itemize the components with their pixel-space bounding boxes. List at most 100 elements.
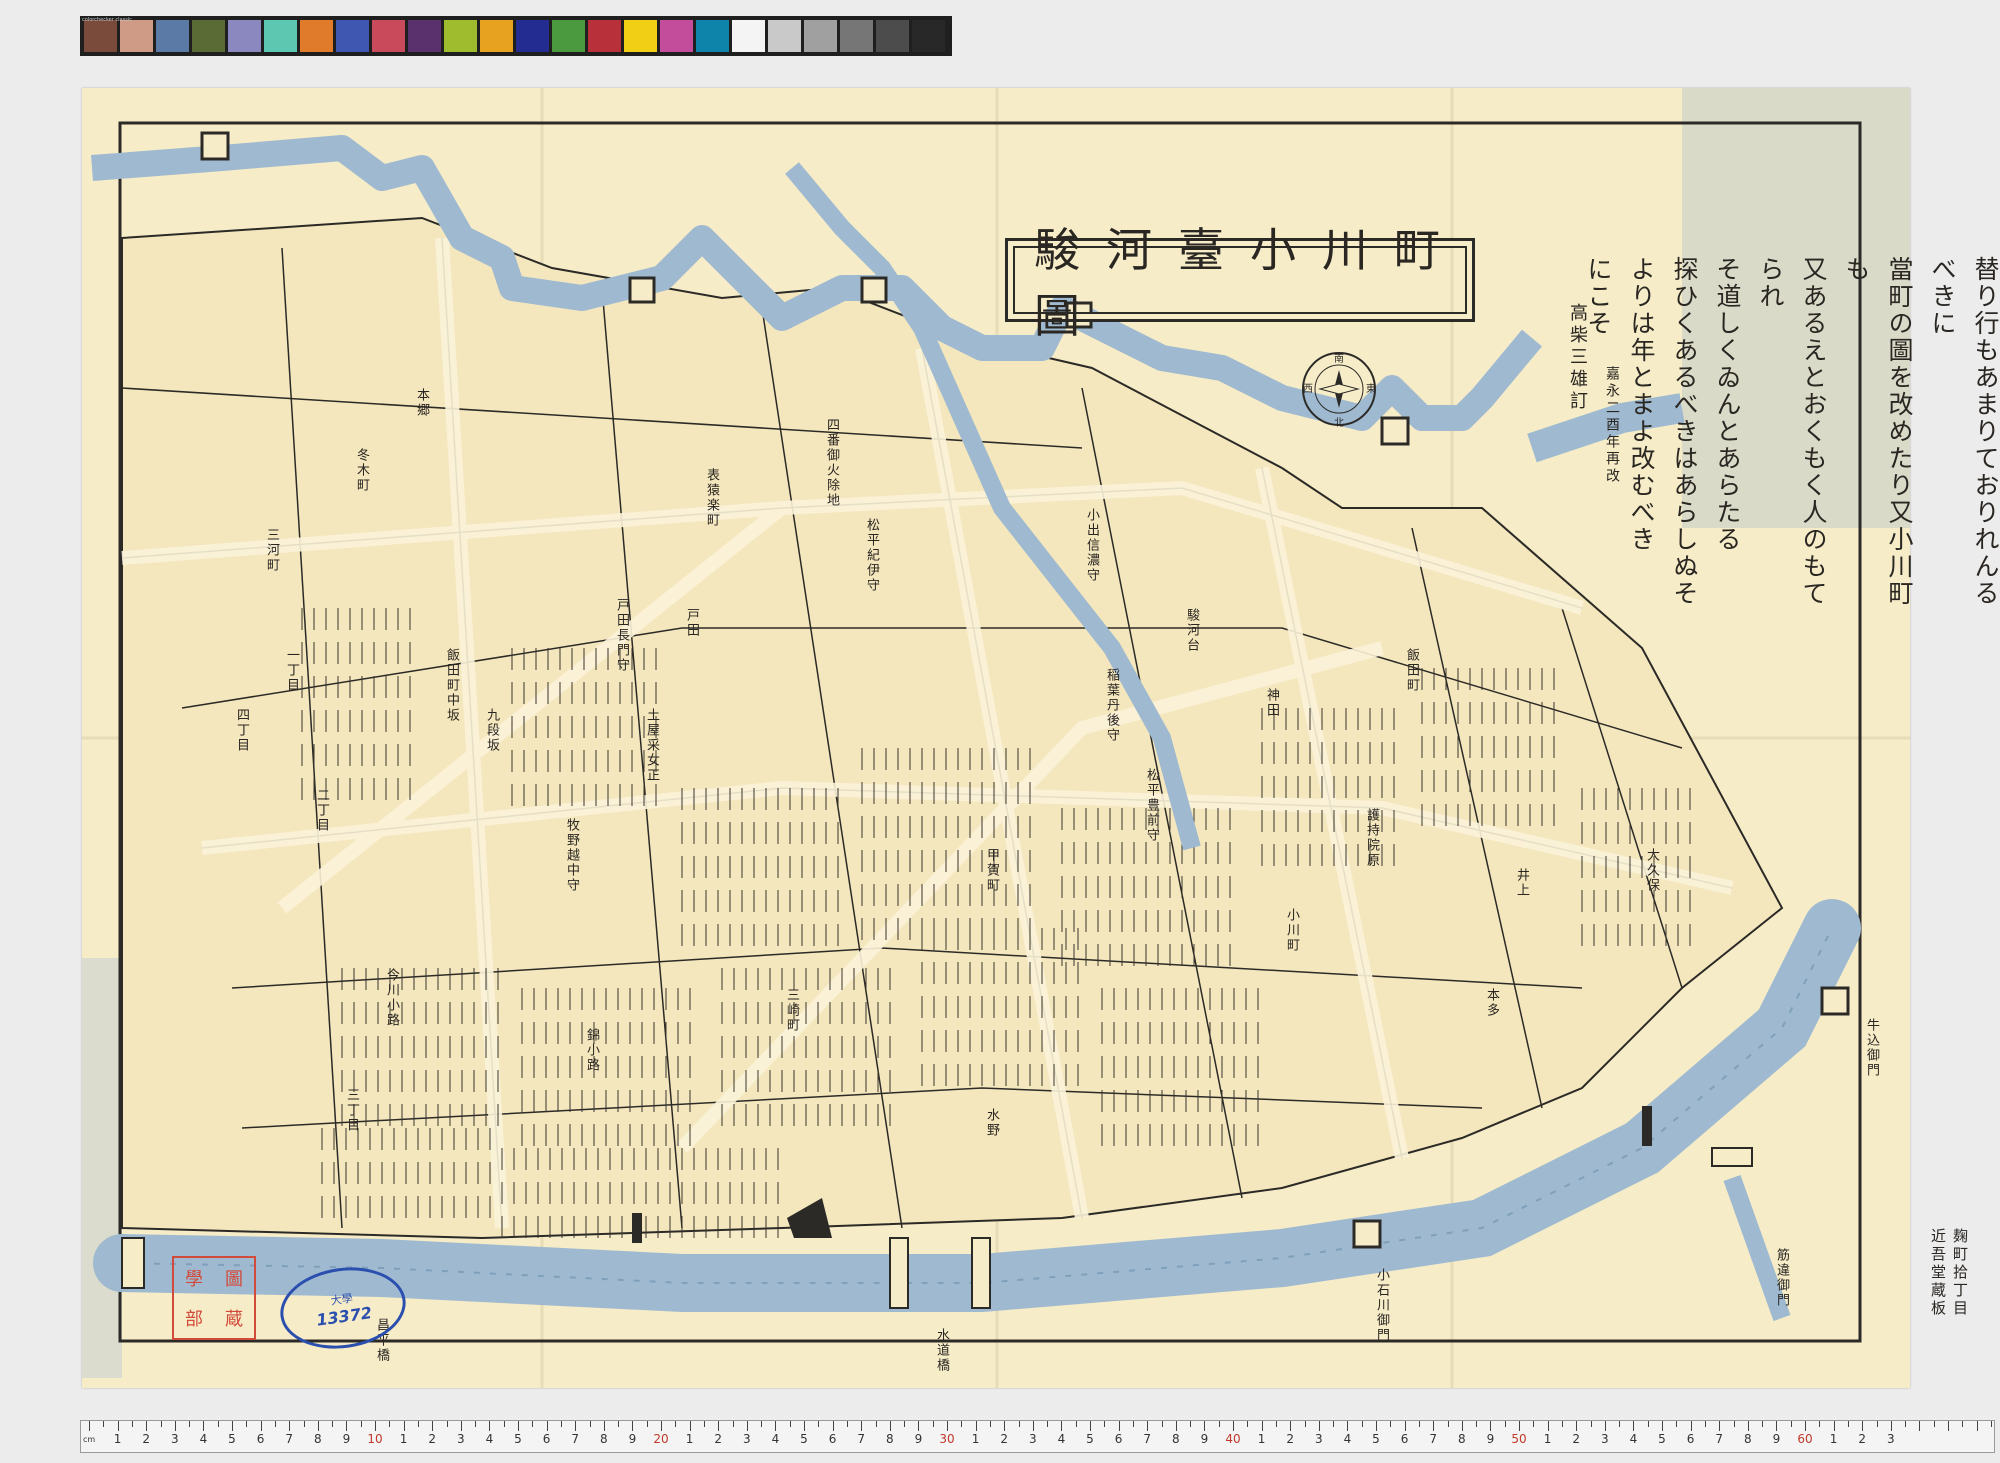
ruler-tick <box>1504 1421 1506 1427</box>
ruler-tick <box>675 1421 677 1427</box>
checker-swatch <box>912 20 945 52</box>
ruler-unit: cm <box>83 1435 96 1444</box>
ruler-label: 5 <box>1372 1432 1380 1446</box>
ruler-label: 4 <box>1057 1432 1066 1446</box>
ruler-tick <box>732 1421 734 1427</box>
ruler-tick <box>460 1421 462 1431</box>
place-label: 三丁目 <box>344 1088 359 1133</box>
ruler-label: 6 <box>542 1432 551 1446</box>
ruler-tick <box>246 1421 248 1427</box>
ruler-tick <box>332 1421 334 1427</box>
place-label: 冬木町 <box>354 448 369 493</box>
ruler-label: 8 <box>313 1432 322 1446</box>
ruler-tick <box>518 1421 519 1431</box>
ruler-tick <box>389 1421 391 1427</box>
ruler-tick <box>932 1421 934 1427</box>
preface-line: 又あるえとおくもく人のもてられ <box>1756 256 1828 607</box>
ruler-tick <box>1533 1421 1535 1427</box>
ruler-tick <box>1376 1421 1377 1431</box>
ruler-label: 6 <box>256 1432 265 1446</box>
place-label: 土屋采女正 <box>644 708 659 783</box>
seal-character: 圖 <box>225 1269 243 1290</box>
ruler-label: 2 <box>1000 1432 1009 1446</box>
checker-swatch <box>552 20 585 52</box>
ruler-tick <box>1361 1421 1363 1427</box>
checker-swatch <box>192 20 225 52</box>
ruler-tick <box>689 1421 691 1431</box>
preface-author: 高柴三雄訂 <box>1567 303 1588 413</box>
ruler-tick <box>1404 1421 1406 1431</box>
preface-line: そ道しくゐんとあらたる <box>1713 256 1742 553</box>
ruler-label: 3 <box>1314 1432 1323 1446</box>
compass-east: 東 <box>1366 382 1376 395</box>
ruler-label: 9 <box>1486 1432 1495 1446</box>
publisher-line: 近吾堂蔵板 <box>1929 1228 1947 1318</box>
ruler-tick <box>260 1421 262 1431</box>
ruler-label: 6 <box>1114 1432 1123 1446</box>
gate-label: 筋違御門 <box>1774 1248 1789 1308</box>
map-sheet: 駿河臺小川町圖 北 東 南 西 於ゐるなりまる家居を付於て年々替り行もあまりてお… <box>82 88 2000 1388</box>
compass-south: 南 <box>1334 352 1344 365</box>
ruler-tick <box>646 1421 648 1427</box>
checker-swatch <box>804 20 837 52</box>
ruler-label: 3 <box>742 1432 751 1446</box>
place-label: 松平豊前守 <box>1144 768 1159 843</box>
ruler-tick <box>317 1421 319 1431</box>
ruler-label: 5 <box>800 1432 808 1446</box>
place-label: 三河町 <box>264 528 279 573</box>
ruler-tick <box>1390 1421 1392 1427</box>
ruler-label: 9 <box>342 1432 351 1446</box>
checker-swatch <box>516 20 549 52</box>
map-title: 駿河臺小川町圖 <box>1005 223 1475 343</box>
checker-swatch <box>588 20 621 52</box>
ruler-tick <box>918 1421 920 1431</box>
place-label: 四丁目 <box>234 708 249 753</box>
ruler-label: 3 <box>456 1432 465 1446</box>
ruler-tick <box>589 1421 591 1427</box>
place-label: 甲賀町 <box>984 848 999 893</box>
place-label: 松平紀伊守 <box>864 518 879 593</box>
library-seal: 學 圖部 蔵 <box>172 1256 256 1340</box>
ruler-label: 4 <box>199 1432 208 1446</box>
color-checker-label: colorchecker classic <box>82 17 132 23</box>
ruler-label: 2 <box>1572 1432 1581 1446</box>
ruler-tick <box>603 1421 605 1431</box>
ruler-label: 2 <box>1858 1432 1867 1446</box>
place-label: 戸田 <box>684 608 699 638</box>
ruler-tick <box>1590 1421 1592 1427</box>
place-label: 四番御火除地 <box>824 418 839 508</box>
ruler-tick <box>503 1421 505 1427</box>
preface-line: 探ひくあるべきはあらしぬそ <box>1670 256 1699 607</box>
ruler-tick <box>475 1421 477 1427</box>
ruler-tick <box>1333 1421 1335 1427</box>
ruler-tick <box>446 1421 448 1427</box>
ruler-label: 9 <box>1772 1432 1781 1446</box>
place-label: 牧野越中守 <box>564 818 579 893</box>
checker-swatch <box>84 20 117 52</box>
ruler-tick <box>1719 1421 1721 1431</box>
ruler-tick <box>417 1421 419 1427</box>
checker-swatch <box>408 20 441 52</box>
checker-swatch <box>372 20 405 52</box>
checker-swatch <box>300 20 333 52</box>
ruler-label: 7 <box>1715 1432 1724 1446</box>
ruler-tick <box>1433 1421 1435 1431</box>
place-label: 三崎町 <box>784 988 799 1033</box>
ruler-label: 8 <box>1171 1432 1180 1446</box>
ruler-tick <box>146 1421 148 1431</box>
ruler-tick <box>1519 1421 1520 1431</box>
preface-date: 嘉永二酉年再改 <box>1604 366 1620 485</box>
ruler-tick <box>575 1421 577 1431</box>
ruler-label: 3 <box>1886 1432 1895 1446</box>
ruler-tick <box>1175 1421 1177 1431</box>
ruler-label: 3 <box>1028 1432 1037 1446</box>
ruler-label: 1 <box>1829 1432 1838 1446</box>
ruler-tick <box>160 1421 162 1427</box>
ruler-tick <box>1032 1421 1034 1431</box>
ruler-label: 4 <box>771 1432 780 1446</box>
gate-label: 水道橋 <box>934 1328 949 1373</box>
ruler-tick <box>703 1421 705 1427</box>
ruler-tick <box>432 1421 434 1431</box>
ruler-label: 2 <box>1286 1432 1295 1446</box>
compass-rose: 北 東 南 西 <box>1302 352 1376 428</box>
